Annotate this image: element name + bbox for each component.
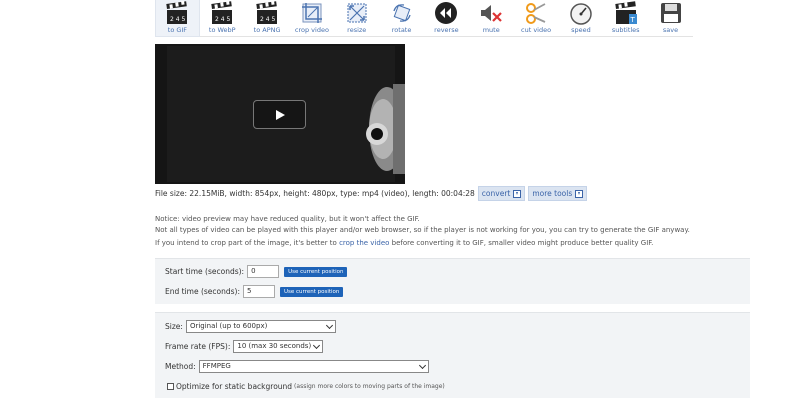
toolbar: 2 4 5 to GIF 2 4 5 to WebP 2 4 5 to APNG… — [155, 0, 693, 37]
notice-prefix: If you intend to crop part of the image,… — [155, 239, 340, 247]
tool-resize[interactable]: resize — [334, 0, 379, 37]
notice-line-1: Notice: video preview may have reduced q… — [155, 215, 420, 223]
tool-cut-video[interactable]: cut video — [514, 0, 559, 37]
file-info-text: File size: 22.15MiB, width: 854px, heigh… — [155, 189, 475, 198]
tool-label: save — [662, 26, 679, 34]
method-row: Method: FFMPEG — [165, 360, 429, 373]
svg-text:2 4 5: 2 4 5 — [170, 16, 185, 23]
tool-label: crop video — [294, 26, 329, 34]
tool-crop-video[interactable]: crop video — [290, 0, 335, 37]
tool-label: rotate — [391, 26, 412, 34]
end-time-label: End time (seconds): — [165, 287, 240, 296]
start-time-row: Start time (seconds): 0 Use current posi… — [165, 265, 348, 278]
svg-text:2 4 5: 2 4 5 — [215, 16, 230, 23]
clapperboard-icon: 2 4 5 — [166, 1, 188, 24]
svg-text:T: T — [629, 16, 635, 24]
convert-label: convert — [481, 189, 511, 198]
options-panel: Size: Original (up to 600px) Frame rate … — [155, 312, 750, 398]
size-label: Size: — [165, 322, 183, 331]
size-select[interactable]: Original (up to 600px) — [185, 320, 336, 333]
optimize-label[interactable]: Optimize for static background — [176, 382, 292, 391]
size-row: Size: Original (up to 600px) — [165, 320, 336, 333]
tool-to-apng[interactable]: 2 4 5 to APNG — [245, 0, 290, 37]
chevron-down-icon — [313, 341, 321, 350]
play-button[interactable] — [253, 100, 306, 129]
tool-label: reverse — [434, 26, 459, 34]
svg-text:2 4 5: 2 4 5 — [260, 16, 275, 23]
method-label: Method: — [165, 362, 196, 371]
tool-label: resize — [347, 26, 367, 34]
mute-icon — [481, 5, 502, 22]
download-icon — [575, 189, 584, 198]
tool-speed[interactable]: speed — [558, 0, 603, 37]
file-info: File size: 22.15MiB, width: 854px, heigh… — [155, 186, 588, 201]
use-current-position-end-button[interactable]: Use current position — [280, 286, 344, 297]
start-time-label: Start time (seconds): — [165, 267, 245, 276]
scissors-icon — [526, 3, 546, 24]
tool-subtitles[interactable]: T subtitles — [603, 0, 648, 37]
tool-to-webp[interactable]: 2 4 5 to WebP — [200, 0, 245, 37]
rewind-icon — [435, 2, 458, 24]
rotate-icon — [392, 4, 411, 22]
floppy-disk-icon — [660, 3, 681, 23]
fps-row: Frame rate (FPS): 10 (max 30 seconds) — [165, 340, 324, 353]
use-current-position-start-button[interactable]: Use current position — [284, 266, 348, 277]
fps-label: Frame rate (FPS): — [165, 342, 231, 351]
chevron-down-icon — [418, 361, 426, 370]
time-panel: Start time (seconds): 0 Use current posi… — [155, 258, 750, 304]
tool-save[interactable]: save — [648, 0, 693, 37]
clapperboard-icon: 2 4 5 — [211, 1, 233, 24]
end-time-input[interactable]: 5 — [243, 285, 275, 298]
end-time-row: End time (seconds): 5 Use current positi… — [165, 285, 344, 298]
speedometer-icon — [570, 3, 592, 25]
video-player[interactable] — [155, 44, 405, 184]
play-icon — [275, 109, 285, 120]
chevron-down-icon — [325, 321, 333, 330]
method-value: FFMPEG — [202, 362, 231, 370]
tool-mute[interactable]: mute — [469, 0, 514, 37]
method-select[interactable]: FFMPEG — [198, 360, 429, 373]
more-tools-label: more tools — [532, 189, 573, 198]
size-value: Original (up to 600px) — [189, 322, 268, 330]
optimize-row: Optimize for static background (assign m… — [167, 382, 445, 391]
notice-line-3: If you intend to crop part of the image,… — [155, 239, 653, 247]
resize-icon — [347, 3, 367, 23]
optimize-checkbox[interactable] — [167, 383, 174, 390]
fps-select[interactable]: 10 (max 30 seconds) — [233, 340, 324, 353]
download-icon — [513, 189, 522, 198]
tool-label: to GIF — [167, 26, 188, 34]
tool-label: speed — [571, 26, 591, 34]
tool-label: to APNG — [253, 26, 281, 34]
subtitles-icon: T — [615, 1, 637, 24]
tool-to-gif[interactable]: 2 4 5 to GIF — [155, 0, 200, 37]
optimize-hint: (assign more colors to moving parts of t… — [294, 383, 445, 390]
crop-video-link[interactable]: crop the video — [339, 239, 389, 247]
more-tools-button[interactable]: more tools — [528, 186, 588, 201]
convert-button[interactable]: convert — [477, 186, 526, 201]
clapperboard-icon: 2 4 5 — [256, 1, 278, 24]
fps-value: 10 (max 30 seconds) — [237, 342, 312, 350]
notice-suffix: before converting it to GIF, smaller vid… — [389, 239, 654, 247]
tool-label: mute — [482, 26, 500, 34]
tool-label: to WebP — [208, 26, 236, 34]
tool-reverse[interactable]: reverse — [424, 0, 469, 37]
start-time-input[interactable]: 0 — [247, 265, 280, 278]
crop-icon — [301, 3, 322, 23]
tool-rotate[interactable]: rotate — [379, 0, 424, 37]
tool-label: subtitles — [611, 26, 640, 34]
notice-line-2: Not all types of video can be played wit… — [155, 226, 690, 234]
tool-label: cut video — [521, 26, 552, 34]
